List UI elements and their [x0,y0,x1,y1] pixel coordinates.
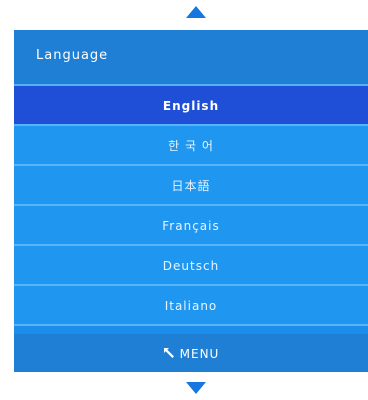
menu-label: MENU [179,347,220,361]
language-menu-panel: Language English 한 국 어 日本語 Français Deut… [14,30,368,372]
menu-title: Language [36,48,109,63]
scroll-down-arrow-icon[interactable] [186,382,206,394]
scroll-up-arrow-icon[interactable] [186,6,206,18]
return-arrow-icon [163,348,174,358]
language-list: English 한 국 어 日本語 Français Deutsch Itali… [14,86,368,326]
language-option-german[interactable]: Deutsch [14,246,368,286]
language-option-french[interactable]: Français [14,206,368,246]
language-option-korean[interactable]: 한 국 어 [14,126,368,166]
language-option-japanese[interactable]: 日本語 [14,166,368,206]
language-option-english[interactable]: English [14,86,368,126]
menu-header: Language [14,30,368,86]
menu-back-button[interactable]: MENU [14,334,368,372]
language-option-italian[interactable]: Italiano [14,286,368,326]
